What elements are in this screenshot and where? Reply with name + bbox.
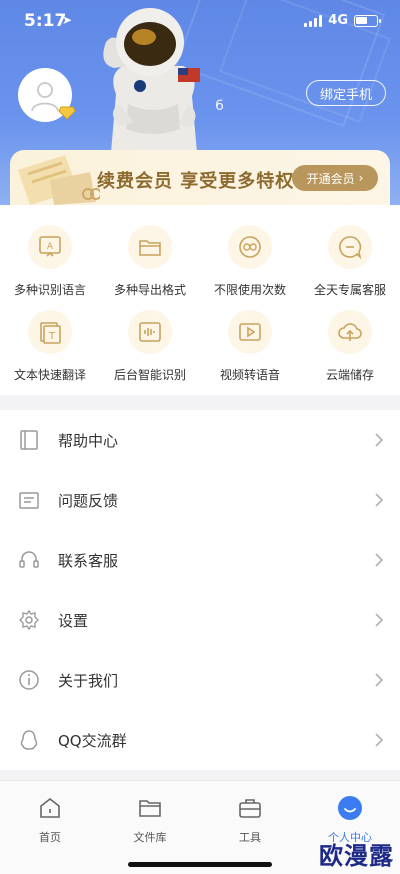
location-arrow-icon: ➤	[62, 13, 73, 27]
bind-phone-button[interactable]: 绑定手机	[306, 80, 386, 106]
watermark: 欧漫露	[319, 842, 394, 870]
avatar[interactable]	[18, 68, 76, 122]
chevron-right-icon: ›	[358, 171, 364, 185]
profile-header: 5:17 ➤ 4G 6 绑定手机 续费会员 享受更多特权 开通会员 ›	[0, 0, 400, 205]
tab-home[interactable]: 首页	[0, 795, 100, 845]
chevron-right-icon	[375, 733, 384, 747]
qq-icon	[20, 730, 38, 750]
feature-label: 多种导出格式	[113, 283, 186, 297]
menu-label: 联系客服	[58, 552, 119, 570]
feedback-icon	[19, 492, 39, 509]
feature-item[interactable]: T 文本快速翻译	[0, 310, 100, 383]
feature-label: 后台智能识别	[113, 368, 186, 382]
astronaut-illustration	[103, 8, 200, 164]
feature-label: 全天专属客服	[313, 283, 386, 297]
menu-item-qq-group[interactable]: QQ交流群	[0, 710, 400, 770]
menu-label: 帮助中心	[58, 432, 119, 450]
chevron-right-icon	[375, 433, 384, 447]
vip-banner[interactable]: 续费会员 享受更多特权 开通会员 ›	[10, 150, 390, 205]
vip-promo-text: 续费会员 享受更多特权	[97, 171, 295, 192]
menu-item-about[interactable]: 关于我们	[0, 650, 400, 710]
info-icon	[19, 670, 39, 690]
feature-item[interactable]: 全天专属客服	[300, 225, 400, 298]
folder-icon	[128, 225, 172, 269]
svg-text:T: T	[48, 331, 56, 342]
tab-label: 首页	[39, 831, 61, 844]
menu-label: 关于我们	[58, 672, 119, 690]
feature-item[interactable]: 视频转语音	[200, 310, 300, 383]
tab-label: 工具	[239, 831, 261, 844]
home-indicator[interactable]	[128, 862, 272, 867]
profile-icon	[337, 795, 363, 821]
video-icon	[228, 310, 272, 354]
book-icon	[20, 430, 38, 450]
feature-label: 不限使用次数	[213, 283, 286, 297]
feature-item[interactable]: 多种导出格式	[100, 225, 200, 298]
open-vip-button[interactable]: 开通会员 ›	[292, 165, 378, 191]
status-time: 5:17	[24, 11, 67, 31]
folder-icon	[137, 795, 163, 821]
infinity-icon	[228, 225, 272, 269]
feature-label: 云端储存	[325, 368, 374, 382]
feature-item[interactable]: A 多种识别语言	[0, 225, 100, 298]
chevron-right-icon	[375, 673, 384, 687]
chat-icon	[328, 225, 372, 269]
headset-icon	[19, 551, 39, 568]
open-vip-label: 开通会员	[306, 171, 355, 186]
chevron-right-icon	[375, 493, 384, 507]
svg-text:A: A	[47, 242, 54, 252]
network-type: 4G	[328, 13, 348, 28]
vip-diamond-icon	[58, 106, 76, 120]
feature-item[interactable]: 后台智能识别	[100, 310, 200, 383]
feature-item[interactable]: 云端储存	[300, 310, 400, 383]
menu-item-help[interactable]: 帮助中心	[0, 410, 400, 470]
waveform-icon	[128, 310, 172, 354]
menu-item-contact-support[interactable]: 联系客服	[0, 530, 400, 590]
menu-label: 设置	[58, 612, 89, 630]
tab-file-library[interactable]: 文件库	[100, 795, 200, 845]
home-icon	[37, 795, 63, 821]
feature-item[interactable]: 不限使用次数	[200, 225, 300, 298]
cloud-upload-icon	[328, 310, 372, 354]
menu-label: 问题反馈	[58, 492, 119, 510]
settings-menu: 帮助中心 问题反馈 联系客服 设置 关于我们 QQ交流群	[0, 410, 400, 770]
tab-tools[interactable]: 工具	[200, 795, 300, 845]
menu-label: QQ交流群	[58, 732, 127, 750]
vip-coupon-illustration	[18, 155, 100, 205]
feature-label: 多种识别语言	[13, 283, 86, 297]
user-id: 6	[215, 98, 224, 114]
language-icon: A	[28, 225, 72, 269]
feature-label: 文本快速翻译	[13, 368, 86, 382]
vip-features-grid: A 多种识别语言 多种导出格式 不限使用次数 全天专属客服 T 文本快速翻译 后…	[0, 205, 400, 395]
battery-icon	[354, 14, 381, 27]
feature-label: 视频转语音	[219, 368, 280, 382]
chevron-right-icon	[375, 613, 384, 627]
chevron-right-icon	[375, 553, 384, 567]
signal-icon	[304, 14, 323, 27]
gear-icon	[19, 609, 39, 631]
toolbox-icon	[237, 795, 263, 821]
tab-label: 文件库	[133, 831, 167, 844]
menu-item-settings[interactable]: 设置	[0, 590, 400, 650]
menu-item-feedback[interactable]: 问题反馈	[0, 470, 400, 530]
translate-icon: T	[28, 310, 72, 354]
